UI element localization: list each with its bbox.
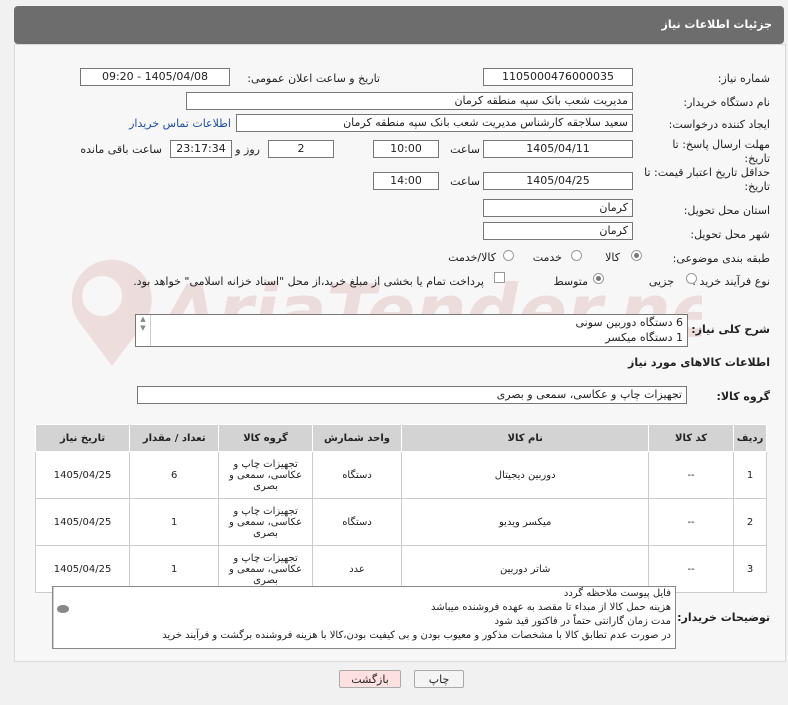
items-table: ردیف کد کالا نام کالا واحد شمارش گروه کا… (34, 424, 767, 593)
col-date: تاریخ نیاز (34, 424, 131, 452)
col-unit: واحد شمارش (311, 424, 403, 452)
col-qty: تعداد / مقدار (129, 424, 220, 452)
back-button[interactable]: بازگشت (339, 670, 401, 688)
scroll-thumb-icon[interactable] (57, 605, 69, 613)
cell-name: میکسر ویدیو (401, 498, 650, 546)
process-option-minor: جزیی (648, 275, 674, 288)
summary-textarea[interactable]: 6 دستگاه دوربین سونی 1 دستگاه میکسر ▲ ▼ (135, 314, 688, 347)
price-validity-time-field[interactable]: 14:00 (373, 172, 439, 190)
cell-row: 2 (733, 498, 767, 546)
print-button[interactable]: چاپ (414, 670, 464, 688)
cell-date: 1405/04/25 (34, 498, 131, 546)
cell-qty: 1 (129, 498, 220, 546)
announce-field[interactable]: 1405/04/08 - 09:20 (80, 68, 230, 86)
city-field[interactable]: کرمان (483, 222, 633, 240)
creator-label: ایجاد کننده درخواست: (668, 118, 770, 131)
announce-label: تاریخ و ساعت اعلان عمومی: (247, 72, 380, 85)
buyer-org-field[interactable]: مدیریت شعب بانک سپه منطقه کرمان (186, 92, 633, 110)
price-validity-label: حداقل تاریخ اعتبار قیمت: تا تاریخ: (644, 166, 770, 193)
summary-line: 1 دستگاه میکسر (605, 331, 683, 344)
category-radio-service[interactable] (571, 250, 582, 261)
cell-name: دوربین دیجیتال (401, 451, 650, 499)
buyer-org-label: نام دستگاه خریدار: (683, 96, 770, 109)
buyer-notes-label: توضیحات خریدار: (677, 611, 770, 624)
summary-scrollbar[interactable]: ▲ ▼ (136, 315, 151, 346)
deadline-time-field[interactable]: 10:00 (373, 140, 439, 158)
buyer-note-line: فایل پیوست ملاحظه گردد (563, 588, 671, 599)
cell-group: تجهیزات چاپ و عکاسی، سمعی و بصری (218, 451, 313, 499)
province-label: استان محل تحویل: (683, 204, 770, 217)
buyer-note-line: هزینه حمل کالا از مبداء تا مقصد به عهده … (431, 602, 671, 613)
days-field[interactable]: 2 (268, 140, 334, 158)
summary-label: شرح کلی نیاز: (691, 323, 770, 336)
cell-unit: دستگاه (311, 498, 403, 546)
process-label: نوع فرآیند خرید : (692, 275, 770, 288)
cell-row: 3 (733, 545, 767, 593)
table-row[interactable]: 2 -- میکسر ویدیو دستگاه تجهیزات چاپ و عک… (34, 498, 767, 546)
buyer-notes-scrollbar[interactable] (53, 587, 72, 648)
deadline-label: مهلت ارسال پاسخ: تا تاریخ: (672, 138, 770, 165)
deadline-time-label: ساعت (450, 143, 480, 156)
buyer-note-line: در صورت عدم تطابق کالا با مشخصات مذکور و… (162, 630, 671, 641)
need-number-label: شماره نیاز: (717, 72, 770, 85)
buyer-notes-textarea[interactable]: فایل پیوست ملاحظه گردد هزینه حمل کالا از… (52, 586, 676, 649)
treasury-payment-note: پرداخت تمام یا بخشی از مبلغ خرید،از محل … (133, 275, 484, 288)
city-label: شهر محل تحویل: (690, 228, 770, 241)
buyer-contact-link[interactable]: اطلاعات تماس خریدار (129, 117, 231, 130)
table-header-row: ردیف کد کالا نام کالا واحد شمارش گروه کا… (34, 424, 767, 452)
page-title: جزئیات اطلاعات نیاز (661, 18, 773, 31)
process-radio-medium[interactable] (593, 273, 604, 284)
cell-row: 1 (733, 451, 767, 499)
buyer-note-line: مدت زمان گارانتی حتماً در فاکتور قید شود (494, 616, 671, 627)
cell-code: -- (648, 451, 735, 499)
need-number-field[interactable]: 1105000476000035 (483, 68, 633, 86)
cell-unit: دستگاه (311, 451, 403, 499)
price-validity-time-label: ساعت (450, 175, 480, 188)
cell-qty: 6 (129, 451, 220, 499)
items-section-title: اطلاعات کالاهای مورد نیاز (628, 356, 770, 369)
cell-group: تجهیزات چاپ و عکاسی، سمعی و بصری (218, 498, 313, 546)
summary-line: 6 دستگاه دوربین سونی (575, 316, 683, 329)
remaining-label: ساعت باقی مانده (80, 143, 162, 156)
creator-field[interactable]: سعید سلاجقه کارشناس مدیریت شعب بانک سپه … (236, 114, 633, 132)
deadline-date-field[interactable]: 1405/04/11 (483, 140, 633, 158)
col-name: نام کالا (401, 424, 650, 452)
cell-code: -- (648, 498, 735, 546)
page: جزئیات اطلاعات نیاز AriaTender.neT شماره… (0, 0, 788, 705)
treasury-payment-checkbox[interactable] (494, 272, 505, 283)
category-option-service: خدمت (532, 251, 562, 264)
table-row[interactable]: 1 -- دوربین دیجیتال دستگاه تجهیزات چاپ و… (34, 451, 767, 499)
goods-group-label: گروه کالا: (716, 390, 770, 403)
category-radio-goods[interactable] (631, 250, 642, 261)
page-header: جزئیات اطلاعات نیاز (14, 6, 784, 44)
col-row: ردیف (733, 424, 767, 452)
goods-group-field[interactable]: تجهیزات چاپ و عکاسی، سمعی و بصری (137, 386, 687, 404)
cell-date: 1405/04/25 (34, 451, 131, 499)
category-option-goods-service: کالا/خدمت (448, 251, 496, 264)
category-label: طبقه بندی موضوعی: (672, 252, 770, 265)
col-group: گروه کالا (218, 424, 313, 452)
process-radio-minor[interactable] (686, 273, 697, 284)
process-option-medium: متوسط (553, 275, 588, 288)
days-label: روز و (235, 143, 260, 156)
province-field[interactable]: کرمان (483, 199, 633, 217)
remaining-time-field[interactable]: 23:17:34 (170, 140, 232, 158)
price-validity-date-field[interactable]: 1405/04/25 (483, 172, 633, 190)
category-radio-goods-service[interactable] (503, 250, 514, 261)
category-option-goods: کالا (605, 251, 620, 264)
col-code: کد کالا (648, 424, 735, 452)
